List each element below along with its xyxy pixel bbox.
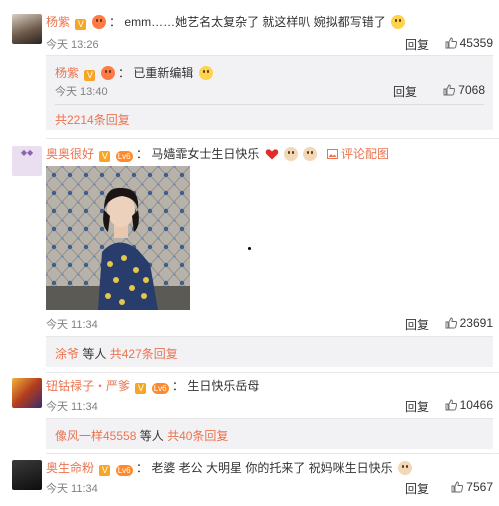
like-count: 10466 bbox=[459, 398, 493, 412]
replier-link[interactable]: 像风一样45558 bbox=[55, 429, 136, 443]
subreply-time: 今天 13:40 bbox=[55, 86, 108, 98]
verified-badge-icon: V bbox=[99, 465, 111, 476]
verified-badge-icon: V bbox=[84, 70, 96, 81]
like-button[interactable]: 23691 bbox=[445, 316, 493, 330]
avatar[interactable] bbox=[12, 460, 42, 490]
colon: ： bbox=[118, 66, 131, 80]
colon: ： bbox=[135, 461, 148, 475]
like-count: 23691 bbox=[459, 316, 493, 330]
heart-icon bbox=[265, 149, 278, 160]
image-icon bbox=[326, 149, 338, 159]
more-replies-link[interactable]: 共427条回复 bbox=[110, 347, 178, 361]
comment-image-label: 评论配图 bbox=[341, 147, 390, 161]
subreply-line: 杨紫 V ： 已重新编辑 bbox=[55, 64, 213, 81]
more-replies-line: 像风一样45558 等人 共40条回复 bbox=[55, 427, 228, 444]
reply-button[interactable]: 回复 bbox=[393, 83, 417, 100]
subreply-actions: 回复 7068 bbox=[335, 83, 485, 99]
comment-time: 今天 11:34 bbox=[46, 483, 98, 495]
username-link[interactable]: 杨紫 bbox=[55, 66, 79, 80]
username-link[interactable]: 奥生命粉 bbox=[46, 461, 94, 475]
etc-label: 等人 bbox=[139, 429, 164, 443]
thumbs-up-icon bbox=[445, 317, 457, 329]
username-link[interactable]: 奥奥很好 bbox=[46, 147, 94, 161]
colon: ： bbox=[171, 379, 184, 393]
divider bbox=[46, 372, 499, 373]
like-button[interactable]: 45359 bbox=[445, 36, 493, 50]
avatar-mark: ◆◆ bbox=[20, 148, 34, 157]
like-count: 7068 bbox=[458, 83, 485, 97]
like-button[interactable]: 10466 bbox=[445, 398, 493, 412]
replier-link[interactable]: 涂爷 bbox=[55, 347, 79, 361]
subreply-box: 像风一样45558 等人 共40条回复 bbox=[46, 418, 493, 449]
photo-illustration bbox=[46, 166, 190, 310]
comment-line: 杨紫 V ： emm……她艺名太复杂了 就这样叭 婉拟都写错了 bbox=[46, 14, 406, 30]
username-link[interactable]: 杨紫 bbox=[46, 15, 70, 29]
divider bbox=[46, 138, 499, 139]
level-badge-icon: Lv6 bbox=[151, 383, 169, 394]
comment-time: 今天 13:26 bbox=[46, 39, 99, 51]
subreply-box: 杨紫 V ： 已重新编辑 今天 13:40 回复 7068 共2214条回复 bbox=[46, 55, 493, 130]
vip-badge-icon bbox=[100, 66, 115, 80]
reply-button[interactable]: 回复 bbox=[405, 398, 429, 415]
level-badge-icon: Lv6 bbox=[115, 151, 133, 162]
avatar[interactable] bbox=[12, 14, 42, 44]
like-button[interactable]: 7068 bbox=[443, 83, 485, 97]
like-count: 7567 bbox=[466, 480, 493, 494]
vip-badge-icon bbox=[91, 15, 106, 29]
subreply-box: 涂爷 等人 共427条回复 bbox=[46, 336, 493, 367]
comment-photo[interactable] bbox=[46, 166, 190, 310]
avatar[interactable]: ◆◆ bbox=[12, 146, 42, 176]
comment-text: 生日快乐岳母 bbox=[187, 379, 260, 393]
colon: ： bbox=[109, 15, 122, 29]
comment-text: emm……她艺名太复杂了 就这样叭 婉拟都写错了 bbox=[124, 15, 386, 29]
verified-badge-icon: V bbox=[99, 151, 111, 162]
divider bbox=[46, 453, 499, 454]
like-count: 45359 bbox=[459, 36, 493, 50]
dog-emoji-icon bbox=[303, 147, 318, 161]
more-replies-line: 涂爷 等人 共427条回复 bbox=[55, 345, 178, 362]
thumbs-up-icon bbox=[451, 481, 464, 493]
reply-button[interactable]: 回复 bbox=[405, 316, 429, 333]
reply-button[interactable]: 回复 bbox=[405, 480, 429, 497]
more-replies-link[interactable]: 共2214条回复 bbox=[55, 111, 130, 128]
etc-label: 等人 bbox=[82, 347, 107, 361]
emoji-icon bbox=[391, 15, 406, 29]
colon: ： bbox=[135, 147, 148, 161]
level-badge-icon: Lv6 bbox=[115, 465, 133, 476]
comment-text: 马嫱霏女士生日快乐 bbox=[151, 147, 260, 161]
divider bbox=[55, 104, 484, 105]
reply-button[interactable]: 回复 bbox=[405, 36, 429, 53]
emoji-icon bbox=[198, 66, 213, 80]
comment-line: 钮钴禄子・严爹 V Lv6 ： 生日快乐岳母 bbox=[46, 378, 259, 394]
cursor-dot bbox=[248, 247, 251, 250]
verified-badge-icon: V bbox=[135, 383, 147, 394]
thumbs-up-icon bbox=[445, 399, 457, 411]
dog-emoji-icon bbox=[284, 147, 299, 161]
comment-time: 今天 11:34 bbox=[46, 401, 98, 413]
dog-emoji-icon bbox=[398, 461, 412, 475]
thumbs-up-icon bbox=[445, 37, 457, 49]
username-link[interactable]: 钮钴禄子・严爹 bbox=[46, 379, 130, 393]
verified-badge-icon: V bbox=[75, 19, 87, 30]
thumbs-up-icon bbox=[443, 84, 456, 96]
subreply-text: 已重新编辑 bbox=[133, 66, 194, 80]
comment-line: 奥生命粉 V Lv6 ： 老婆 老公 大明星 你的托来了 祝妈咪生日快乐 bbox=[46, 460, 412, 476]
comment-time: 今天 11:34 bbox=[46, 319, 98, 331]
like-button[interactable]: 7567 bbox=[451, 480, 493, 494]
more-replies-link[interactable]: 共40条回复 bbox=[167, 429, 228, 443]
avatar[interactable] bbox=[12, 378, 42, 408]
comment-line: 奥奥很好 V Lv6 ： 马嫱霏女士生日快乐 评论配图 bbox=[46, 146, 389, 162]
comment-image-link[interactable]: 评论配图 bbox=[326, 147, 390, 161]
comment-text: 老婆 老公 大明星 你的托来了 祝妈咪生日快乐 bbox=[151, 461, 393, 475]
